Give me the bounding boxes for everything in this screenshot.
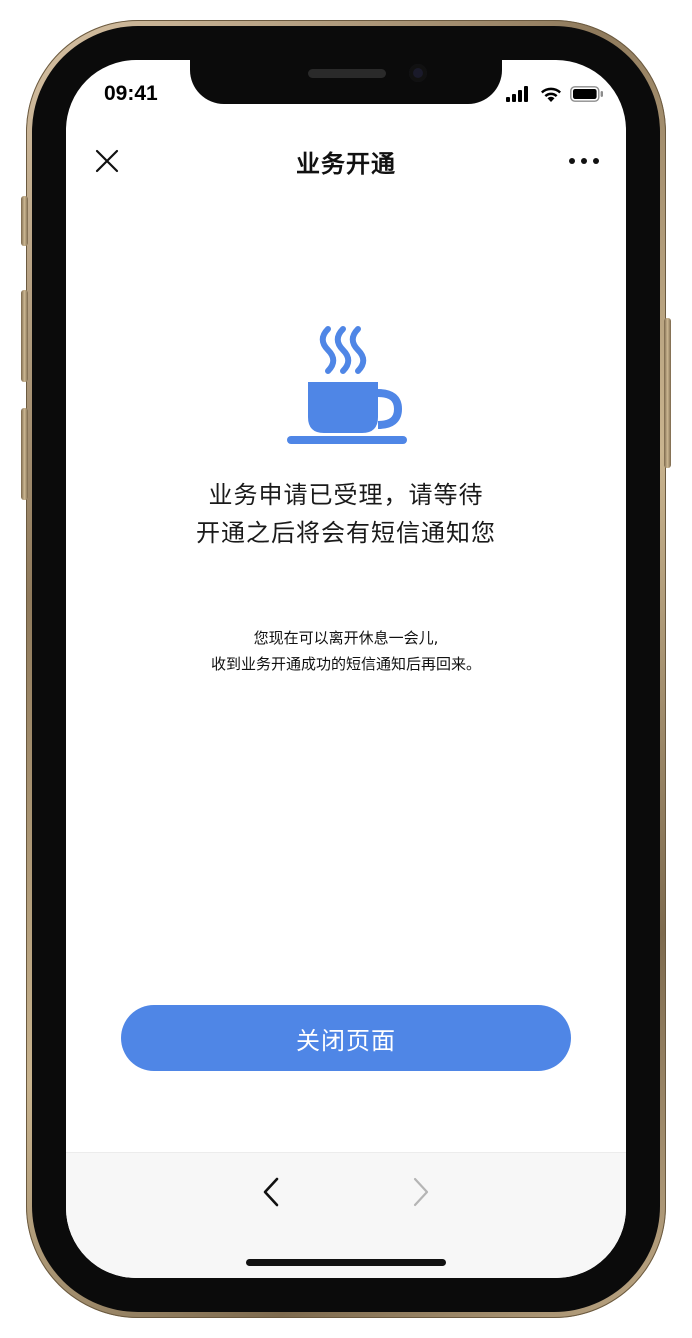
front-camera bbox=[409, 64, 427, 82]
silent-switch bbox=[21, 196, 28, 246]
more-icon[interactable] bbox=[566, 148, 602, 174]
status-time: 09:41 bbox=[104, 82, 158, 105]
volume-down-button bbox=[21, 408, 28, 500]
battery-icon bbox=[570, 86, 603, 102]
notch bbox=[190, 60, 502, 104]
power-button bbox=[664, 318, 671, 468]
browser-toolbar bbox=[66, 1152, 626, 1278]
home-indicator bbox=[246, 1259, 446, 1266]
chevron-left-icon[interactable] bbox=[258, 1175, 286, 1209]
coffee-cup-icon bbox=[287, 326, 407, 444]
wifi-icon bbox=[541, 87, 561, 102]
volume-up-button bbox=[21, 290, 28, 382]
speaker-grille bbox=[308, 69, 386, 78]
sub-message-line2: 收到业务开通成功的短信通知后再回来。 bbox=[210, 655, 481, 673]
sub-message-line1: 您现在可以离开休息一会儿, bbox=[253, 629, 439, 647]
chevron-right-icon[interactable] bbox=[406, 1175, 434, 1209]
status-icons bbox=[506, 85, 604, 103]
signal-icon bbox=[506, 86, 528, 102]
close-page-button[interactable]: 关闭页面 bbox=[121, 1005, 571, 1071]
main-message-line2: 开通之后将会有短信通知您 bbox=[196, 519, 496, 547]
screen: 09:41 业务开通 业务申请已受理，请等待 开通之后将会有短信通知您 您现在可… bbox=[66, 60, 626, 1278]
nav-bar: 业务开通 bbox=[66, 138, 626, 182]
page-title: 业务开通 bbox=[296, 150, 396, 178]
main-message-line1: 业务申请已受理，请等待 bbox=[208, 481, 484, 509]
